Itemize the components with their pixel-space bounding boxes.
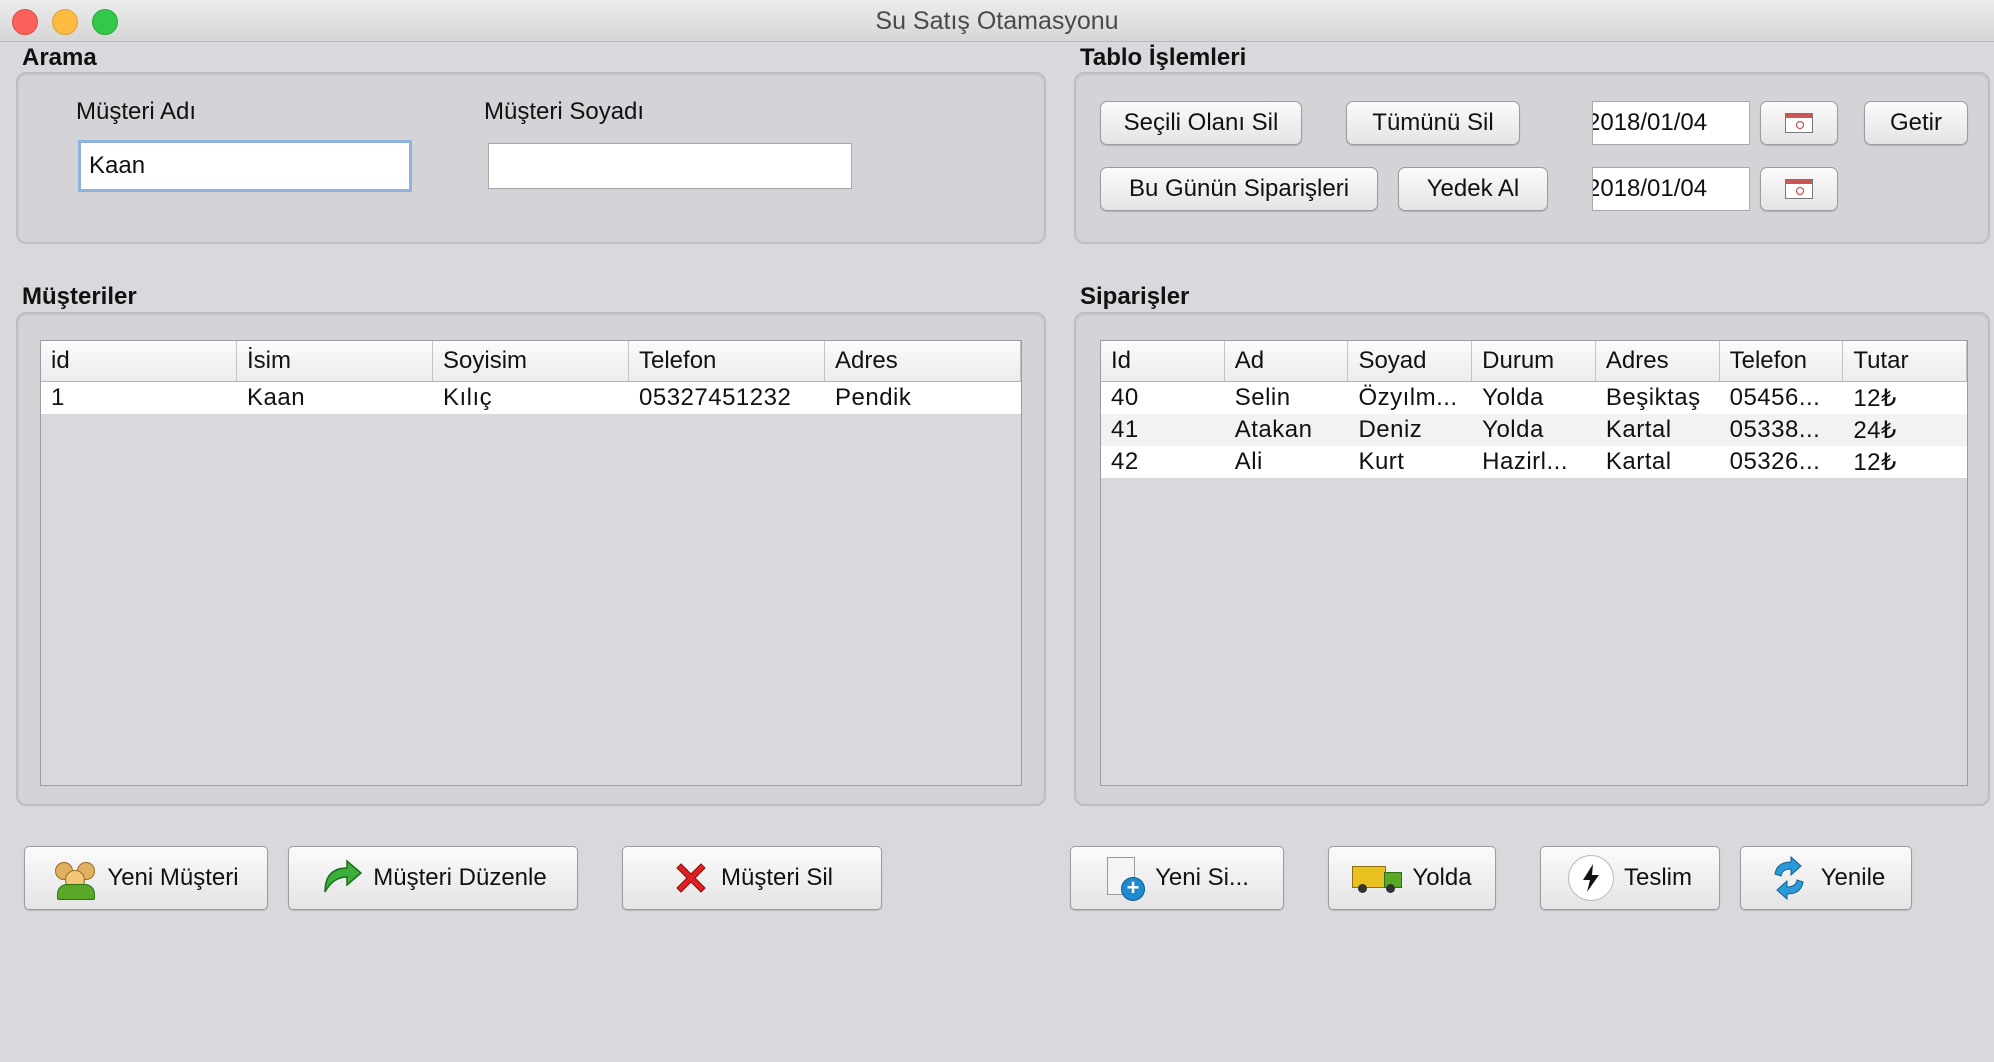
orders-legend: Siparişler <box>1080 283 1190 310</box>
search-group: Müşteri Adı Kaan Müşteri Soyadı <box>16 72 1046 244</box>
column-header[interactable]: id <box>41 341 237 381</box>
table-row[interactable]: 41 Atakan Deniz Yolda Kartal 05338... 24… <box>1101 414 1967 446</box>
table-cell: Beşiktaş <box>1605 384 1701 411</box>
date-to-value: 2018/01/04 <box>1592 175 1708 202</box>
customers-legend: Müşteriler <box>22 283 137 310</box>
delivered-button[interactable]: Teslim <box>1540 846 1720 910</box>
table-cell: Kartal <box>1605 416 1672 443</box>
column-header[interactable]: Telefon <box>629 341 825 381</box>
date-to-picker-button[interactable] <box>1760 167 1838 211</box>
table-cell: 05456... <box>1729 384 1821 411</box>
delete-all-button[interactable]: Tümünü Sil <box>1346 101 1520 145</box>
table-cell: 24₺ <box>1853 416 1897 444</box>
calendar-icon <box>1785 179 1813 199</box>
users-icon <box>53 858 97 900</box>
table-cell: 05338... <box>1729 416 1821 443</box>
table-empty-area <box>41 414 1021 785</box>
column-header[interactable]: Soyisim <box>433 341 629 381</box>
table-cell: Kaan <box>247 384 306 411</box>
lightning-icon <box>1567 855 1614 901</box>
customers-group: id İsim Soyisim Telefon Adres 1 Kaan Kıl… <box>16 312 1046 806</box>
truck-icon <box>1352 862 1403 894</box>
customers-table[interactable]: id İsim Soyisim Telefon Adres 1 Kaan Kıl… <box>40 340 1022 786</box>
new-customer-button[interactable]: Yeni Müşteri <box>24 846 268 910</box>
date-from-value: 2018/01/04 <box>1592 109 1708 136</box>
backup-button[interactable]: Yedek Al <box>1398 167 1548 211</box>
refresh-button[interactable]: Yenile <box>1740 846 1912 910</box>
edit-customer-label: Müşteri Düzenle <box>373 864 547 891</box>
table-cell: Kılıç <box>443 384 493 411</box>
delete-customer-button[interactable]: Müşteri Sil <box>622 846 882 910</box>
refresh-label: Yenile <box>1820 864 1886 891</box>
table-cell: 05327451232 <box>639 384 792 411</box>
search-legend: Arama <box>22 44 97 71</box>
new-order-label: Yeni Si... <box>1155 864 1249 891</box>
table-cell: Özyılm... <box>1358 384 1458 411</box>
last-name-input[interactable] <box>488 143 852 189</box>
table-cell: 1 <box>51 384 65 411</box>
orders-table-header: Id Ad Soyad Durum Adres Telefon Tutar <box>1101 341 1967 382</box>
new-order-button[interactable]: + Yeni Si... <box>1070 846 1284 910</box>
delivered-label: Teslim <box>1623 864 1692 891</box>
table-cell: Hazirl... <box>1482 448 1568 475</box>
table-cell: 05326... <box>1729 448 1821 475</box>
on-the-way-label: Yolda <box>1412 864 1472 891</box>
refresh-icon <box>1767 855 1811 901</box>
column-header[interactable]: Adres <box>1596 341 1720 381</box>
date-from-field[interactable]: 2018/01/04 <box>1592 101 1750 145</box>
table-row[interactable]: 1 Kaan Kılıç 05327451232 Pendik <box>41 382 1021 414</box>
customers-table-header: id İsim Soyisim Telefon Adres <box>41 341 1021 382</box>
column-header[interactable]: Id <box>1101 341 1225 381</box>
table-cell: Kartal <box>1605 448 1672 475</box>
delete-customer-label: Müşteri Sil <box>720 864 834 891</box>
orders-group: Id Ad Soyad Durum Adres Telefon Tutar 40… <box>1074 312 1990 806</box>
table-row[interactable]: 40 Selin Özyılm... Yolda Beşiktaş 05456.… <box>1101 382 1967 414</box>
window-title: Su Satış Otamasyonu <box>875 7 1119 35</box>
calendar-icon <box>1785 113 1813 133</box>
new-customer-label: Yeni Müşteri <box>107 864 239 891</box>
last-name-label: Müşteri Soyadı <box>484 98 645 125</box>
title-bar: Su Satış Otamasyonu <box>0 0 1994 42</box>
table-ops-legend: Tablo İşlemleri <box>1080 44 1247 71</box>
column-header[interactable]: İsim <box>237 341 433 381</box>
table-cell: Ali <box>1234 448 1263 475</box>
table-cell: Atakan <box>1234 416 1313 443</box>
column-header[interactable]: Soyad <box>1348 341 1473 381</box>
table-empty-area <box>1101 478 1967 785</box>
table-row[interactable]: 42 Ali Kurt Hazirl... Kartal 05326... 12… <box>1101 446 1967 478</box>
first-name-label: Müşteri Adı <box>76 98 197 125</box>
table-cell: 42 <box>1111 448 1139 475</box>
table-cell: Pendik <box>835 384 912 411</box>
edit-customer-button[interactable]: Müşteri Düzenle <box>288 846 578 910</box>
column-header[interactable]: Adres <box>825 341 1021 381</box>
column-header[interactable]: Durum <box>1472 341 1596 381</box>
table-cell: Deniz <box>1358 416 1423 443</box>
delete-x-icon <box>671 858 711 898</box>
column-header[interactable]: Ad <box>1225 341 1349 381</box>
table-cell: 12₺ <box>1853 448 1897 476</box>
todays-orders-button[interactable]: Bu Günün Siparişleri <box>1100 167 1378 211</box>
table-cell: 41 <box>1111 416 1139 443</box>
table-ops-group: Seçili Olanı Sil Tümünü Sil 2018/01/04 G… <box>1074 72 1990 244</box>
on-the-way-button[interactable]: Yolda <box>1328 846 1496 910</box>
table-cell: 40 <box>1111 384 1139 411</box>
first-name-input[interactable]: Kaan <box>78 140 412 192</box>
table-cell: Yolda <box>1482 384 1544 411</box>
add-document-icon: + <box>1105 855 1146 901</box>
orders-table[interactable]: Id Ad Soyad Durum Adres Telefon Tutar 40… <box>1100 340 1968 786</box>
column-header[interactable]: Telefon <box>1720 341 1844 381</box>
table-cell: 12₺ <box>1853 384 1897 412</box>
table-cell: Kurt <box>1358 448 1405 475</box>
fetch-button[interactable]: Getir <box>1864 101 1968 145</box>
table-cell: Yolda <box>1482 416 1544 443</box>
date-to-field[interactable]: 2018/01/04 <box>1592 167 1750 211</box>
table-cell: Selin <box>1234 384 1291 411</box>
date-from-picker-button[interactable] <box>1760 101 1838 145</box>
delete-selected-button[interactable]: Seçili Olanı Sil <box>1100 101 1302 145</box>
column-header[interactable]: Tutar <box>1843 341 1967 381</box>
redo-arrow-icon <box>319 858 363 898</box>
